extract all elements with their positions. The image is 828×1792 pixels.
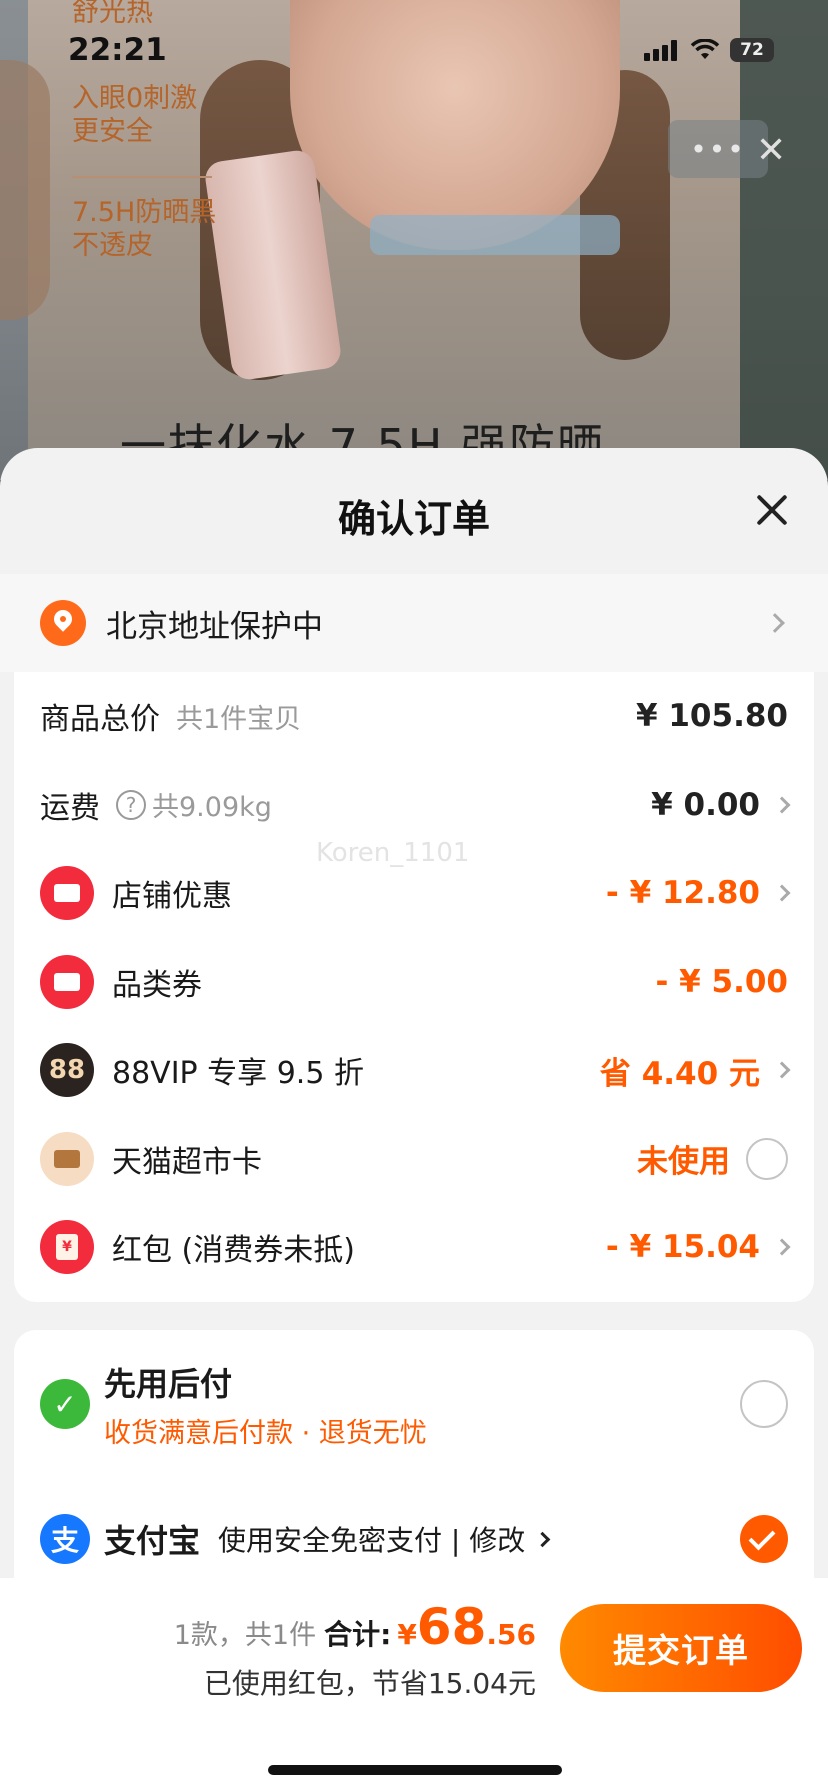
checkout-footer: 1款，共1件 合计: ¥ 68 .56 已使用红包，节省15.04元 提交订单 (0, 1578, 828, 1792)
row-amount: ¥ 105.80 (636, 698, 788, 735)
submit-order-button[interactable]: 提交订单 (560, 1604, 802, 1692)
row-label: 88VIP 专享 9.5 折 (112, 1056, 364, 1092)
sheet-header: 确认订单 (0, 448, 828, 574)
coupon-icon (40, 954, 94, 1009)
home-indicator[interactable] (268, 1765, 562, 1775)
vip88-icon: 88 (40, 1043, 94, 1098)
row-label: 红包 (消费券未抵) (112, 1233, 355, 1269)
row-amount: - ¥ 12.80 (606, 875, 791, 911)
promo-divider (72, 176, 212, 178)
background-frame (740, 0, 828, 480)
row-amount: 未使用 (637, 1136, 788, 1181)
status-icons: 72 (644, 38, 774, 62)
chevron-right-icon (773, 884, 791, 902)
background-hand (0, 60, 50, 320)
chevron-right-icon (765, 613, 785, 633)
promo-text-2: 7.5H防晒黑 不透皮 (72, 197, 217, 261)
price-row-88vip[interactable]: 88 88VIP 专享 9.5 折 省 4.40 元 (14, 1026, 814, 1115)
price-row-shipping[interactable]: 运费 ? 共9.09kg ¥ 0.00 (14, 761, 814, 850)
sheet-title: 确认订单 (337, 497, 490, 541)
chevron-right-icon (534, 1531, 551, 1547)
price-row-tmall-card[interactable]: 天猫超市卡 未使用 (14, 1115, 814, 1204)
cellular-signal-icon (644, 39, 680, 61)
total-summary: 1款，共1件 合计: ¥ 68 .56 (174, 1598, 536, 1656)
total-decimal: .56 (486, 1618, 536, 1651)
item-count: 1款，共1件 (173, 1620, 317, 1651)
row-label: 品类券 (112, 967, 202, 1003)
chevron-right-icon (773, 1061, 791, 1079)
total-integer: 68 (416, 1598, 487, 1656)
red-packet-icon (40, 1220, 94, 1275)
chevron-right-icon (773, 796, 791, 814)
price-details-card: 商品总价 共1件宝贝 ¥ 105.80 运费 ? 共9.09kg ¥ 0.00 … (14, 672, 814, 1302)
banner-ribbon (370, 215, 620, 255)
price-row-red-packet[interactable]: 红包 (消费券未抵) - ¥ 15.04 (14, 1203, 814, 1292)
status-time: 22:21 (68, 32, 167, 68)
address-row[interactable]: 北京地址保护中 (0, 574, 828, 672)
checkmark-icon[interactable] (740, 1515, 788, 1563)
alipay-title: 支付宝 (104, 1522, 201, 1560)
pay-later-option[interactable]: ✓ 先用后付 收货满意后付款 · 退货无忧 (14, 1330, 814, 1478)
row-amount: - ¥ 15.04 (606, 1229, 791, 1265)
chevron-right-icon (773, 1238, 791, 1256)
alipay-description[interactable]: 使用安全免密支付 | 修改 (218, 1519, 551, 1559)
coupon-icon (40, 866, 94, 921)
wifi-icon (690, 39, 720, 59)
promo-line: 舒光热 (72, 0, 153, 28)
battery-icon: 72 (730, 38, 774, 62)
address-label: 北京地址保护中 (106, 608, 323, 645)
total-label: 合计: (324, 1618, 392, 1651)
close-icon[interactable] (754, 492, 790, 528)
row-amount: - ¥ 5.00 (655, 963, 788, 1000)
total-currency: ¥ (397, 1618, 417, 1651)
row-label: 商品总价 (40, 702, 160, 738)
row-sublabel: 共9.09kg (152, 792, 272, 824)
product-background: 舒光热 入眼0刺激 更安全 7.5H防晒黑 不透皮 一抹化水 7.5H 强防晒 … (0, 0, 828, 480)
row-sublabel: 共1件宝贝 (176, 703, 302, 735)
help-icon[interactable]: ? (116, 789, 146, 820)
pay-later-title: 先用后付 (104, 1364, 233, 1403)
price-row-subtotal: 商品总价 共1件宝贝 ¥ 105.80 (14, 672, 814, 761)
page-close-icon[interactable]: ✕ (756, 130, 786, 171)
promo-text-1: 入眼0刺激 更安全 (72, 83, 198, 147)
row-label: 天猫超市卡 (112, 1144, 262, 1180)
more-options-button[interactable]: ••• (668, 120, 768, 178)
pay-later-radio[interactable] (740, 1380, 788, 1428)
pay-later-subtitle: 收货满意后付款 · 退货无忧 (104, 1417, 427, 1449)
savings-text: 已使用红包，节省15.04元 (203, 1667, 536, 1700)
tmall-card-radio[interactable] (746, 1137, 788, 1180)
location-pin-icon (40, 600, 86, 646)
watermark: Koren_1101 (316, 838, 470, 868)
row-label: 店铺优惠 (112, 879, 232, 915)
pay-later-text: 先用后付 收货满意后付款 · 退货无忧 (104, 1359, 427, 1450)
price-row-category-coupon: 品类券 - ¥ 5.00 (14, 938, 814, 1027)
card-icon (40, 1131, 94, 1186)
row-amount: ¥ 0.00 (651, 787, 791, 823)
row-label: 运费 (40, 790, 100, 826)
alipay-icon: 支 (40, 1514, 90, 1564)
shopping-bag-icon: ✓ (40, 1379, 90, 1429)
row-amount: 省 4.40 元 (600, 1048, 791, 1093)
